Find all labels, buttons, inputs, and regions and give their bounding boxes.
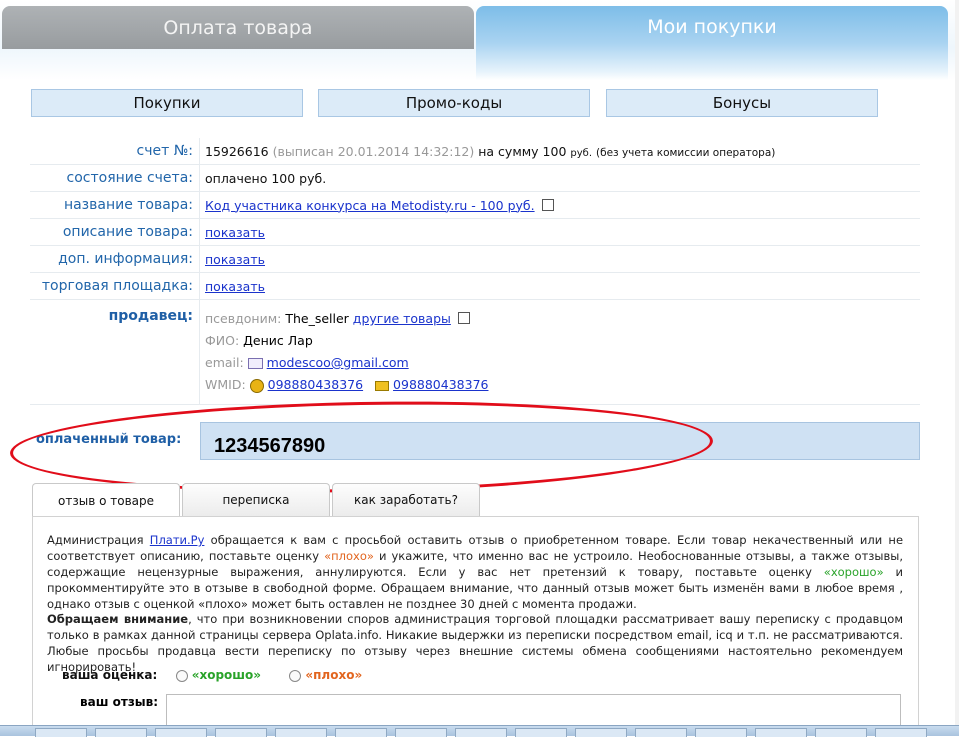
tab-correspondence[interactable]: переписка — [182, 483, 330, 516]
notice-paragraph-1: Администрация Плати.Ру обращается к вам … — [47, 532, 903, 612]
promo-codes-button[interactable]: Промо-коды — [318, 89, 590, 117]
taskbar-item[interactable] — [95, 728, 147, 737]
rating-row: ваша оценка: «хорошо» «плохо» — [62, 668, 362, 682]
taskbar-item[interactable] — [695, 728, 747, 737]
tab-my-purchases[interactable]: Мои покупки — [476, 6, 948, 80]
taskbar-item[interactable] — [335, 728, 387, 737]
invoice-label: счет №: — [30, 138, 200, 164]
product-desc-label: описание товара: — [30, 219, 200, 245]
good-word: «хорошо» — [823, 565, 884, 579]
product-name-row: название товара: Код участника конкурса … — [30, 192, 920, 219]
seller-wmid-line: WMID: 098880438376 098880438376 — [205, 374, 488, 396]
status-label: состояние счета: — [30, 165, 200, 191]
product-desc-value: показать — [200, 225, 265, 240]
external-link-icon[interactable] — [541, 198, 554, 211]
taskbar — [0, 725, 959, 737]
seller-row: продавец: псевдоним: The_seller другие т… — [30, 300, 920, 405]
review-label: ваш отзыв: — [80, 695, 159, 709]
invoice-currency: руб. — [570, 147, 593, 159]
taskbar-item[interactable] — [635, 728, 687, 737]
invoice-details: счет №: 15926616 (выписан 20.01.2014 14:… — [30, 138, 920, 405]
extra-info-row: доп. информация: показать — [30, 246, 920, 273]
scrollbar[interactable] — [955, 0, 959, 735]
seller-fio: Денис Лар — [243, 333, 313, 348]
envelope-icon — [247, 358, 263, 369]
show-description-link[interactable]: показать — [205, 225, 265, 240]
tab-review[interactable]: отзыв о товаре — [32, 483, 180, 517]
seller-label: продавец: — [108, 308, 193, 324]
email-label: email: — [205, 355, 244, 370]
rating-good-radio[interactable] — [175, 669, 188, 682]
rating-good-label[interactable]: «хорошо» — [192, 668, 261, 682]
taskbar-item[interactable] — [155, 728, 207, 737]
invoice-row: счет №: 15926616 (выписан 20.01.2014 14:… — [30, 138, 920, 165]
tab-payment[interactable]: Оплата товара — [2, 6, 474, 49]
wmid-label: WMID: — [205, 377, 246, 392]
product-name-link[interactable]: Код участника конкурса на Metodisty.ru -… — [205, 198, 535, 213]
purchases-button[interactable]: Покупки — [31, 89, 303, 117]
tab-earn[interactable]: как заработать? — [332, 483, 480, 516]
rating-label: ваша оценка: — [62, 668, 158, 682]
marketplace-value: показать — [200, 279, 265, 294]
extra-info-label: доп. информация: — [30, 246, 200, 272]
status-row: состояние счета: оплачено 100 руб. — [30, 165, 920, 192]
taskbar-item[interactable] — [575, 728, 627, 737]
bonuses-button[interactable]: Бонусы — [606, 89, 878, 117]
seller-email-link[interactable]: modescoo@gmail.com — [267, 355, 409, 370]
show-extra-info-link[interactable]: показать — [205, 252, 265, 267]
notice-paragraph-2: Обращаем внимание, что при возникновении… — [47, 611, 903, 675]
wmid-link-2[interactable]: 098880438376 — [393, 377, 488, 392]
notice-attention: Обращаем внимание — [47, 612, 189, 626]
seller-fio-line: ФИО: Денис Лар — [205, 330, 488, 352]
taskbar-item[interactable] — [755, 728, 807, 737]
rating-bad-label[interactable]: «плохо» — [305, 668, 362, 682]
seller-nick: The_seller — [285, 311, 349, 326]
bad-word: «плохо» — [324, 549, 374, 563]
webmoney-icon — [249, 378, 264, 393]
seller-details: псевдоним: The_seller другие товары ФИО:… — [200, 300, 488, 404]
mail-icon — [375, 380, 390, 391]
taskbar-item[interactable] — [275, 728, 327, 737]
product-name-label: название товара: — [30, 192, 200, 218]
extra-info-value: показать — [200, 252, 265, 267]
nick-label: псевдоним: — [205, 311, 282, 326]
invoice-amount: на сумму 100 — [478, 143, 567, 159]
invoice-value: 15926616 (выписан 20.01.2014 14:32:12) н… — [200, 144, 775, 159]
fio-label: ФИО: — [205, 333, 240, 348]
seller-nick-line: псевдоним: The_seller другие товары — [205, 308, 488, 330]
taskbar-item[interactable] — [455, 728, 507, 737]
status-value: оплачено 100 руб. — [205, 170, 327, 186]
marketplace-row: торговая площадка: показать — [30, 273, 920, 300]
platiru-link[interactable]: Плати.Ру — [150, 533, 205, 547]
notice-text-a: Администрация — [47, 533, 144, 547]
wmid-link-1[interactable]: 098880438376 — [268, 377, 363, 392]
rating-bad-radio[interactable] — [289, 669, 302, 682]
product-desc-row: описание товара: показать — [30, 219, 920, 246]
taskbar-item[interactable] — [515, 728, 567, 737]
taskbar-item[interactable] — [395, 728, 447, 737]
seller-email-line: email: modescoo@gmail.com — [205, 352, 488, 374]
invoice-fee-note: (без учета комиссии оператора) — [596, 146, 776, 159]
invoice-number: 15926616 — [205, 143, 269, 159]
taskbar-item[interactable] — [35, 728, 87, 737]
invoice-issued: (выписан 20.01.2014 14:32:12) — [272, 143, 475, 159]
taskbar-item[interactable] — [875, 728, 927, 737]
taskbar-item[interactable] — [215, 728, 267, 737]
other-goods-link[interactable]: другие товары — [353, 311, 451, 326]
external-link-icon[interactable] — [457, 312, 470, 324]
seller-label-cell: продавец: — [30, 300, 200, 404]
product-name-value: Код участника конкурса на Metodisty.ru -… — [200, 198, 554, 213]
marketplace-label: торговая площадка: — [30, 273, 200, 299]
taskbar-item[interactable] — [815, 728, 867, 737]
show-marketplace-link[interactable]: показать — [205, 279, 265, 294]
